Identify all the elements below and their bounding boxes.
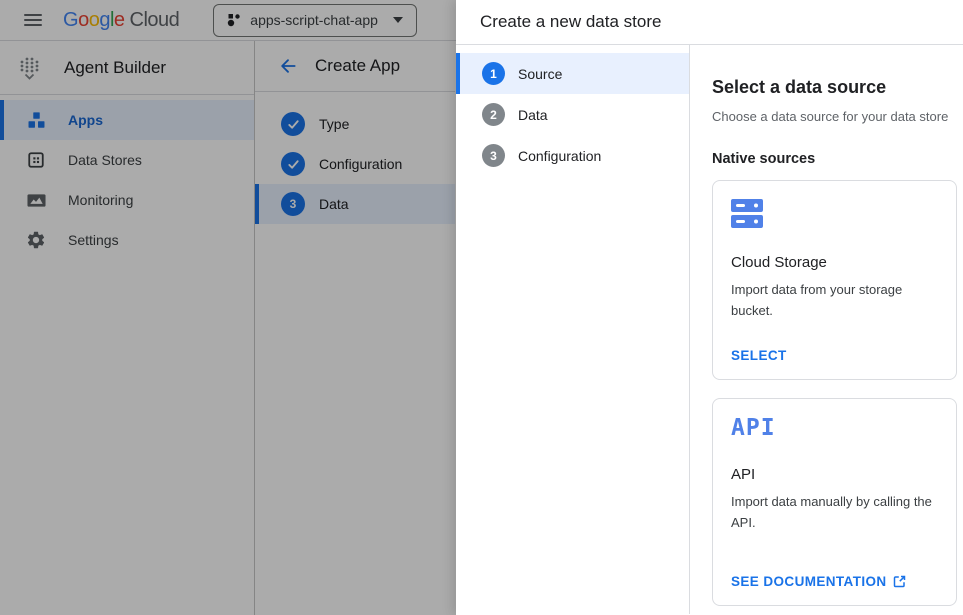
dialog-step-source[interactable]: 1 Source <box>456 53 689 94</box>
select-button-label: SELECT <box>731 348 787 363</box>
section-label: Native sources <box>712 151 957 167</box>
step-number-circle: 3 <box>482 144 505 167</box>
page-subtitle: Choose a data source for your data store <box>712 109 957 124</box>
create-data-store-dialog: Create a new data store 1 Source 2 Data <box>456 0 963 615</box>
dialog-step-list: 1 Source 2 Data 3 Configuration <box>456 45 690 614</box>
step-label: Data <box>518 107 548 123</box>
card-description: Import data manually by calling the API. <box>731 492 936 534</box>
card-title: Cloud Storage <box>731 254 938 271</box>
card-title: API <box>731 466 938 483</box>
see-documentation-link[interactable]: SEE DOCUMENTATION <box>731 574 906 589</box>
select-button[interactable]: SELECT <box>731 348 787 363</box>
cloud-storage-card: Cloud Storage Import data from your stor… <box>712 180 957 380</box>
step-number: 1 <box>490 67 497 81</box>
console-background: G o o g l e Cloud apps-script-chat-app <box>0 0 456 615</box>
api-logo: API <box>731 417 938 440</box>
dialog-step-data[interactable]: 2 Data <box>456 94 689 135</box>
see-documentation-label: SEE DOCUMENTATION <box>731 574 887 589</box>
step-number-circle: 1 <box>482 62 505 85</box>
step-number-circle: 2 <box>482 103 505 126</box>
dialog-step-configuration[interactable]: 3 Configuration <box>456 135 689 176</box>
modal-scrim <box>0 0 456 615</box>
step-label: Source <box>518 66 562 82</box>
dialog-header: Create a new data store <box>456 0 963 45</box>
cloud-storage-icon <box>731 199 763 228</box>
step-label: Configuration <box>518 148 601 164</box>
step-number: 3 <box>490 149 497 163</box>
page-title: Select a data source <box>712 77 957 98</box>
dialog-content: Select a data source Choose a data sourc… <box>690 45 963 614</box>
external-link-icon <box>893 575 906 588</box>
step-number: 2 <box>490 108 497 122</box>
api-card: API API Import data manually by calling … <box>712 398 957 606</box>
dialog-title: Create a new data store <box>456 12 661 32</box>
screen: G o o g l e Cloud apps-script-chat-app <box>0 0 963 615</box>
card-description: Import data from your storage bucket. <box>731 280 936 322</box>
